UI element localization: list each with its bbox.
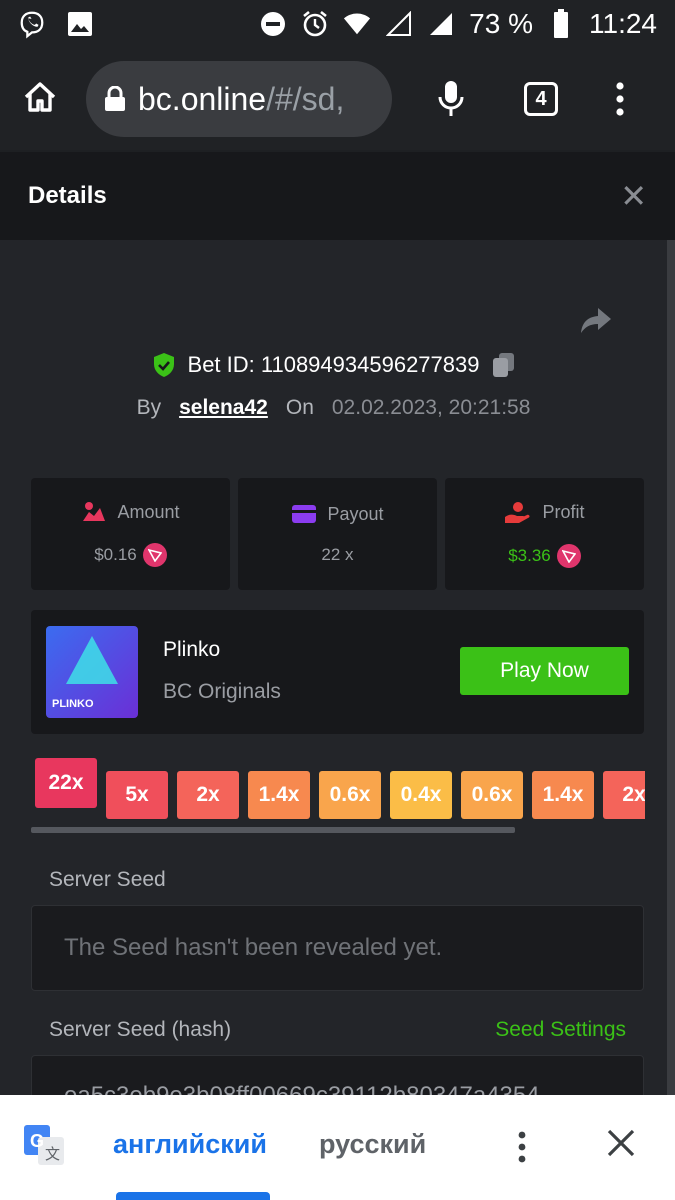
username-link[interactable]: selena42 [179,396,268,420]
plinko-thumbnail[interactable]: PLINKO [46,626,138,718]
seed-settings-link[interactable]: Seed Settings [495,1018,626,1042]
server-seed-field: The Seed hasn't been revealed yet. [31,905,644,991]
stat-profit: Profit $3.36 [445,478,644,590]
bet-byline: By selena42 On 02.02.2023, 20:21:58 [0,396,667,420]
mic-icon[interactable] [436,79,466,119]
battery-percent: 73 % [469,8,533,39]
amount-label: Amount [117,501,180,522]
server-seed-label: Server Seed [49,868,166,891]
url-bar[interactable]: bc.online/#/sd, [86,61,392,137]
close-icon[interactable]: ✕ [620,177,647,215]
multiplier-tile: 2x [177,771,239,819]
bet-id: Bet ID: 110894934596277839 [187,352,480,377]
multiplier-tile: 1.4x [532,771,594,819]
lock-icon [104,86,126,112]
translate-menu-icon[interactable] [518,1131,526,1171]
target-language-tab[interactable]: русский [319,1129,426,1160]
battery-icon [547,9,575,38]
payout-label: Payout [327,503,384,524]
signal-icon [427,10,455,38]
server-seed-hash-label: Server Seed (hash) [49,1018,232,1041]
stats-row: Amount $0.16 Payout 22 x Profit $3.36 [31,478,644,590]
amount-icon [81,501,107,523]
multiplier-row: 22x 5x 2x 1.4x 0.6x 0.4x 0.6x 1.4x 2x [35,758,645,820]
profit-hand-icon [504,500,532,524]
details-header: Details ✕ [0,152,675,240]
viber-icon [18,10,46,39]
copy-icon[interactable] [491,352,515,378]
payout-value: 22 x [321,544,354,564]
multiplier-tile: 0.6x [319,771,381,819]
clock: 11:24 [589,8,657,39]
source-language-tab[interactable]: английский [113,1129,267,1160]
bet-id-row: Bet ID: 110894934596277839 [0,352,667,378]
home-icon[interactable] [20,77,60,122]
google-translate-icon: G文 [24,1125,66,1172]
status-bar: 73 % 11:24 [0,0,675,48]
multiplier-tile: 0.4x [390,771,452,819]
server-seed-hash-value: ea5c3eb9e3b08ff00669c39112b80347a4354 [64,1082,540,1095]
multiplier-tile: 0.6x [461,771,523,819]
bet-datetime: 02.02.2023, 20:21:58 [331,396,531,419]
image-icon [66,10,94,38]
profit-label: Profit [542,501,585,522]
translate-close-icon[interactable] [606,1125,636,1167]
multiplier-tile: 2x [603,771,645,819]
on-label: On [285,396,314,419]
horizontal-scrollbar[interactable] [31,827,515,833]
vertical-scrollbar[interactable] [667,240,675,1095]
multiplier-tile: 22x [35,758,97,808]
by-label: By [136,396,162,419]
trx-coin-icon [142,543,167,567]
url-path: /#/sd, [266,80,345,117]
share-icon[interactable] [580,306,612,339]
svg-text:G: G [30,1131,44,1151]
game-provider: BC Originals [163,680,281,703]
signal-empty-icon [385,10,413,38]
trx-coin-icon [556,544,581,568]
server-seed-hash-field[interactable]: ea5c3eb9e3b08ff00669c39112b80347a4354 [31,1055,644,1095]
multiplier-tile: 5x [106,771,168,819]
stat-amount: Amount $0.16 [31,478,230,590]
alarm-icon [301,10,329,38]
verified-shield-icon [152,352,176,378]
more-vert-icon[interactable] [616,82,624,116]
browser-toolbar: bc.online/#/sd, 4 [0,48,675,150]
bet-details-panel: Bet ID: 110894934596277839 By selena42 O… [0,240,667,1095]
amount-value: $0.16 [94,545,137,564]
server-seed-value: The Seed hasn't been revealed yet. [64,934,443,961]
profit-value: $3.36 [508,546,551,565]
svg-text:文: 文 [45,1145,60,1163]
thumbnail-label: PLINKO [52,698,94,710]
wallet-icon [291,504,317,524]
tab-switcher-button[interactable]: 4 [524,82,558,116]
game-card: PLINKO Plinko BC Originals Play Now [31,610,644,734]
wifi-icon [343,10,371,38]
play-now-button[interactable]: Play Now [460,647,629,695]
multiplier-tile: 1.4x [248,771,310,819]
dnd-icon [259,10,287,38]
stat-payout: Payout 22 x [238,478,437,590]
selected-language-indicator [116,1192,270,1200]
url-host: bc.online [138,80,267,117]
page-title: Details [28,182,107,209]
translate-bar: G文 английский русский [0,1095,675,1200]
game-name[interactable]: Plinko [163,638,220,662]
